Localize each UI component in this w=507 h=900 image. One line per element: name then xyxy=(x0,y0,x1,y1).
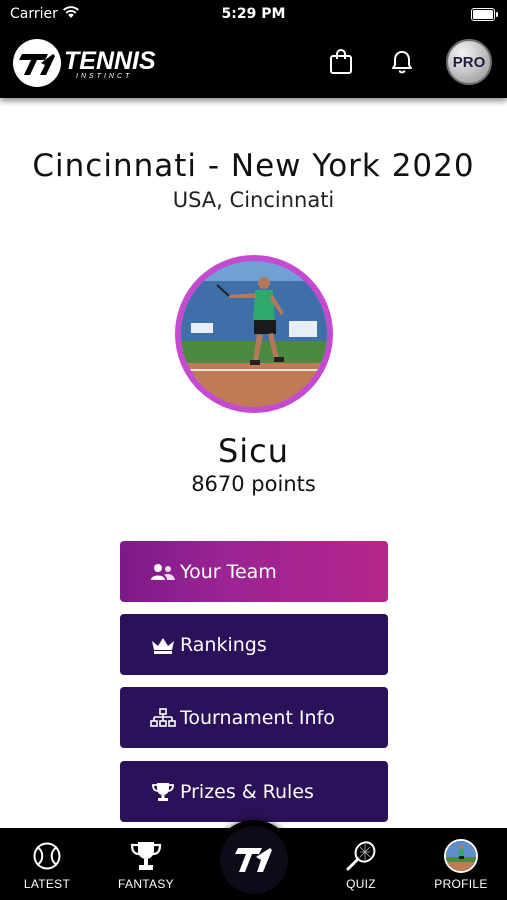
tab-profile[interactable]: PROFILE xyxy=(416,828,506,900)
player-points: 8670 points xyxy=(191,472,316,496)
tab-latest[interactable]: LATEST xyxy=(2,828,92,900)
app-header: TENNIS INSTINCT PRO xyxy=(0,30,507,98)
trophy-icon xyxy=(129,840,163,872)
tournament-info-label: Tournament Info xyxy=(180,706,335,729)
logo-subtext: INSTINCT xyxy=(76,73,133,80)
your-team-button[interactable]: Your Team xyxy=(120,541,388,602)
rankings-button[interactable]: Rankings xyxy=(120,614,388,675)
tab-latest-label: LATEST xyxy=(23,877,71,891)
bell-icon[interactable] xyxy=(390,49,414,79)
prizes-rules-button[interactable]: Prizes & Rules xyxy=(120,761,388,822)
profile-avatar xyxy=(444,839,478,873)
rankings-label: Rankings xyxy=(180,633,267,656)
status-bar: Carrier 5:29 PM xyxy=(0,0,507,30)
tennis-instinct-logo-icon xyxy=(220,826,288,894)
tab-profile-label: PROFILE xyxy=(434,877,488,891)
tennis-instinct-logo-icon[interactable] xyxy=(13,39,61,87)
logo-wordmark: TENNIS xyxy=(64,47,156,75)
player-photo xyxy=(181,261,327,407)
tab-quiz-label: QUIZ xyxy=(346,877,376,891)
your-team-label: Your Team xyxy=(180,560,277,583)
tennis-ball-icon xyxy=(32,840,62,872)
prizes-rules-label: Prizes & Rules xyxy=(180,780,314,803)
tab-fantasy-label: FANTASY xyxy=(118,877,174,891)
player-avatar[interactable] xyxy=(175,255,333,413)
tournament-title: Cincinnati - New York 2020 xyxy=(32,148,475,184)
tab-fantasy[interactable]: FANTASY xyxy=(101,828,191,900)
sitemap-icon xyxy=(150,707,176,729)
crown-icon xyxy=(150,634,176,656)
player-name: Sicu xyxy=(217,432,290,470)
tournament-location: USA, Cincinnati xyxy=(172,188,335,212)
users-icon xyxy=(150,561,176,583)
shopping-bag-icon[interactable] xyxy=(329,49,353,79)
tournament-info-button[interactable]: Tournament Info xyxy=(120,687,388,748)
home-logo-button[interactable] xyxy=(214,820,294,900)
trophy-icon xyxy=(150,781,176,803)
clock: 5:29 PM xyxy=(221,6,286,22)
battery-icon xyxy=(471,8,498,21)
pro-badge-button[interactable]: PRO xyxy=(446,39,492,85)
tab-quiz[interactable]: QUIZ xyxy=(316,828,406,900)
tennis-racket-icon xyxy=(344,840,378,872)
bottom-tab-bar: LATEST FANTASY QUIZ PROFILE xyxy=(0,820,507,900)
